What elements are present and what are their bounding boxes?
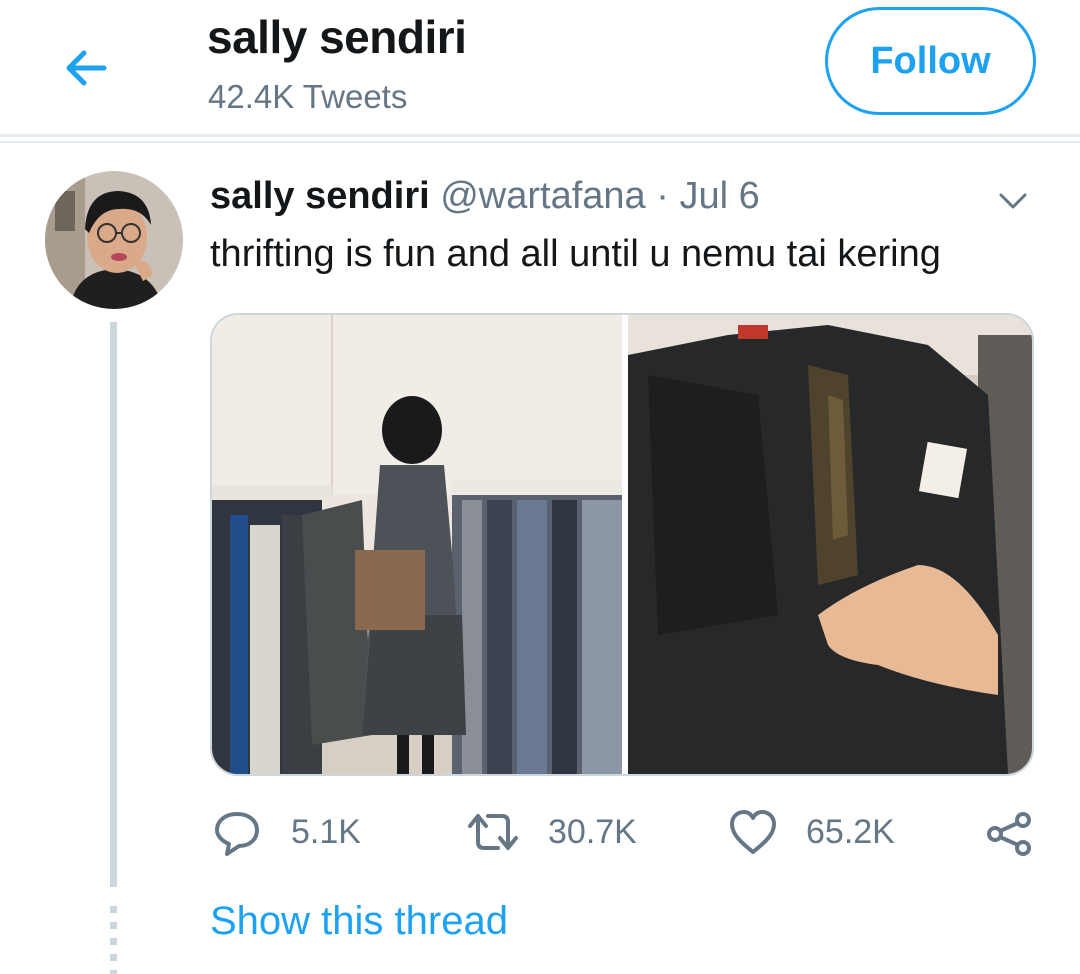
like-count: 65.2K [806,812,895,851]
arrow-left-icon [66,50,107,86]
thread-dot [110,938,117,945]
user-handle[interactable]: @wartafana [440,175,645,217]
back-button[interactable] [58,38,114,94]
retweet-icon [468,814,518,850]
reply-icon [215,812,259,856]
share-button[interactable] [985,810,1033,858]
reply-count: 5.1K [291,812,361,851]
tweet-date[interactable]: Jul 6 [679,175,759,217]
tweet-header: sally sendiri @wartafana · Jul 6 [210,175,760,218]
thread-dot [110,970,117,974]
thread-dot [110,906,117,913]
thread-connector-line [110,322,117,887]
separator-dot: · [656,175,669,217]
chevron-down-icon [999,193,1027,209]
thread-dot [110,954,117,961]
like-button[interactable]: 65.2K [728,808,895,856]
retweet-button[interactable]: 30.7K [466,808,637,856]
tweet-text: thrifting is fun and all until u nemu ta… [210,233,941,275]
retweet-count: 30.7K [548,812,637,851]
show-thread-link[interactable]: Show this thread [210,899,508,944]
thread-dot [110,922,117,929]
tweet-media [210,313,1034,776]
header-divider [0,134,1080,137]
heart-icon [730,810,776,854]
avatar[interactable] [45,171,183,309]
tweet-count: 42.4K Tweets [208,78,408,115]
follow-button[interactable]: Follow [825,7,1036,115]
header-divider-inner [0,141,1080,143]
avatar-photo [45,171,183,309]
page-title: sally sendiri [207,11,467,63]
display-name[interactable]: sally sendiri [210,175,430,217]
photo-thrift-store-rack[interactable] [212,315,622,774]
profile-header: sally sendiri 42.4K Tweets Follow [0,0,1080,136]
reply-button[interactable]: 5.1K [213,808,361,856]
photo-black-jeans-closeup[interactable] [628,315,1032,774]
tweet-menu-button[interactable] [995,183,1031,219]
share-icon [987,812,1031,856]
